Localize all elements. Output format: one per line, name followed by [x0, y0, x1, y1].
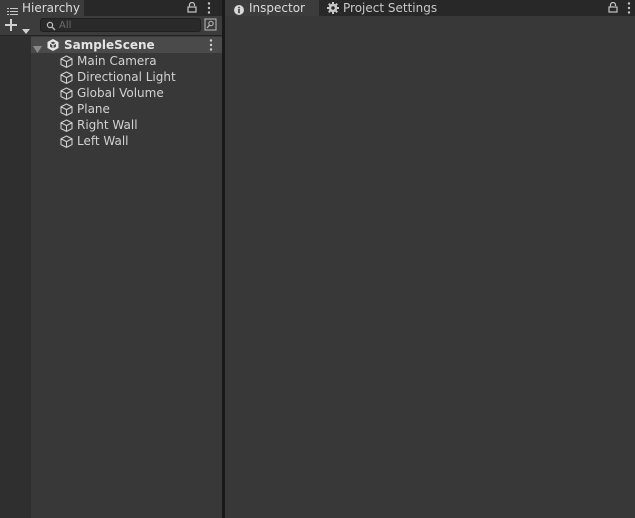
list-item-global-volume[interactable]: Global Volume [31, 85, 222, 101]
inspector-tabstrip: Inspector Project Settings [225, 0, 635, 16]
cube-icon [60, 71, 73, 84]
scene-name: SampleScene [64, 38, 155, 52]
cube-icon [60, 87, 73, 100]
cube-icon [60, 55, 73, 68]
list-item-plane[interactable]: Plane [31, 101, 222, 117]
hierarchy-gutter [0, 36, 31, 518]
tab-project-settings[interactable]: Project Settings [323, 0, 443, 16]
tab-hierarchy-label: Hierarchy [22, 1, 81, 15]
item-label: Plane [77, 102, 110, 116]
list-item-left-wall[interactable]: Left Wall [31, 133, 222, 149]
list-item-right-wall[interactable]: Right Wall [31, 117, 222, 133]
hierarchy-tabstrip: Hierarchy [0, 0, 222, 16]
item-label: Global Volume [77, 86, 164, 100]
inspector-panel: Inspector Project Settings [225, 0, 635, 518]
list-item-directional-light[interactable]: Directional Light [31, 69, 222, 85]
search-icon [46, 20, 56, 34]
cube-icon [60, 135, 73, 148]
search-input[interactable] [59, 19, 197, 31]
item-label: Directional Light [77, 70, 176, 84]
hierarchy-panel: Hierarchy All SampleScene Main Camera Di… [0, 0, 222, 518]
plus-icon [5, 19, 17, 34]
hierarchy-toolbar [0, 16, 222, 36]
list-item-main-camera[interactable]: Main Camera [31, 53, 222, 69]
tab-project-settings-label: Project Settings [343, 1, 438, 15]
item-label: Right Wall [77, 118, 138, 132]
scene-menu-icon[interactable] [209, 39, 213, 54]
tab-inspector[interactable]: Inspector [225, 0, 319, 16]
tab-inspector-label: Inspector [249, 1, 305, 15]
tab-hierarchy[interactable]: Hierarchy [0, 0, 84, 16]
item-label: Main Camera [77, 54, 157, 68]
search-field [40, 18, 201, 32]
chevron-down-icon[interactable] [22, 23, 30, 37]
inspector-content [225, 16, 635, 518]
cube-icon [60, 119, 73, 132]
scene-row[interactable]: SampleScene [31, 37, 222, 53]
add-button[interactable] [5, 19, 17, 34]
cube-icon [60, 103, 73, 116]
item-label: Left Wall [77, 134, 129, 148]
scene-search-mode-icon[interactable] [204, 18, 217, 34]
